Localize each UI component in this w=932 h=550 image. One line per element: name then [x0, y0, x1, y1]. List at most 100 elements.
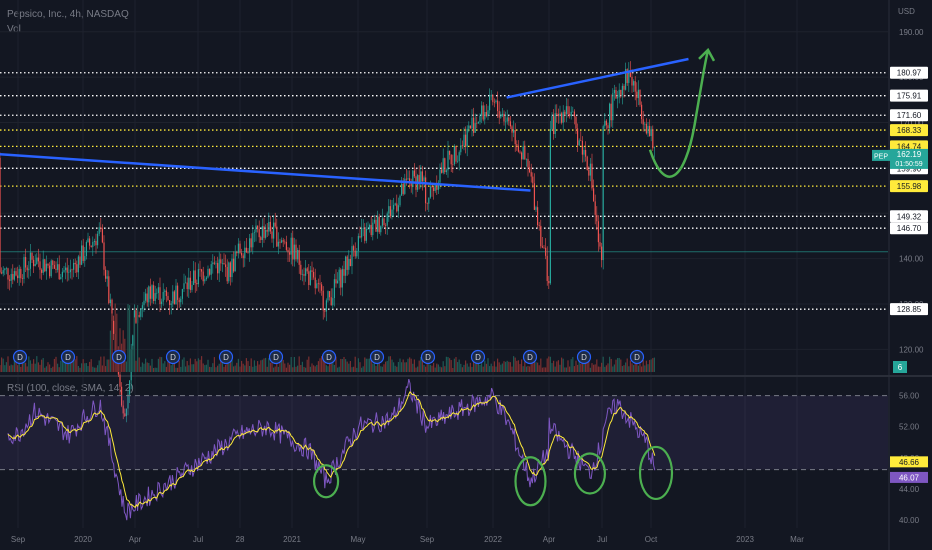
candle-body — [525, 158, 527, 160]
candle-body — [473, 117, 475, 133]
candle-body — [303, 274, 305, 276]
candle-body — [647, 125, 649, 134]
candle-body — [439, 169, 441, 183]
candle-body — [493, 101, 495, 103]
volume-bar — [641, 366, 643, 372]
chart-canvas[interactable]: USD120.00130.00140.00150.00160.00170.001… — [0, 0, 932, 550]
candle-body — [146, 293, 148, 303]
candle-body — [205, 277, 207, 280]
volume-bar — [234, 365, 236, 372]
volume-bar — [265, 357, 267, 372]
candle-body — [529, 167, 531, 173]
candle-body — [354, 250, 356, 257]
candle-body — [447, 150, 449, 171]
volume-bar — [290, 357, 292, 372]
volume-bar — [249, 365, 251, 372]
volume-bar — [197, 358, 199, 372]
volume-bar — [247, 361, 249, 372]
currency-label: USD — [898, 7, 915, 16]
candle-body — [589, 163, 591, 176]
candle-body — [481, 105, 483, 116]
volume-bar — [506, 360, 508, 372]
volume-bar — [149, 365, 151, 372]
volume-bar — [546, 358, 548, 372]
candle-body — [463, 134, 465, 146]
candle-body — [495, 100, 497, 102]
candle-body — [69, 269, 71, 273]
candle-body — [327, 291, 329, 301]
candle-body — [471, 117, 473, 129]
volume-bar — [101, 365, 103, 372]
volume-bar — [474, 362, 476, 372]
volume-bar — [471, 366, 473, 372]
candle-body — [393, 204, 395, 210]
volume-bar — [519, 364, 521, 372]
candle-body — [476, 123, 478, 124]
volume-bar — [295, 366, 297, 372]
level-price-label: 149.32 — [890, 210, 928, 223]
volume-bar — [455, 357, 457, 372]
volume-bar — [177, 367, 179, 372]
volume-bar — [460, 363, 462, 372]
volume-bar — [497, 358, 499, 372]
volume-bar — [202, 363, 204, 372]
candle-body — [274, 222, 276, 227]
level-price-label: 171.60 — [890, 109, 928, 122]
candle-body — [453, 146, 455, 165]
candle-body — [610, 103, 612, 121]
volume-bar — [325, 365, 327, 372]
dividend-marker: D — [470, 349, 486, 365]
volume-bar — [532, 363, 534, 372]
candle-body — [31, 252, 33, 260]
candle-body — [202, 271, 204, 282]
volume-bar — [489, 366, 491, 372]
candle-body — [68, 272, 70, 273]
volume-bar — [193, 364, 195, 372]
volume-bar — [647, 364, 649, 372]
volume-bar — [161, 357, 163, 372]
time-tick-label: Sep — [420, 535, 435, 544]
candle-body — [434, 185, 436, 191]
candle-body — [361, 228, 363, 238]
dividend-letter: D — [374, 353, 380, 362]
dividend-marker: D — [321, 349, 337, 365]
volume-bar — [282, 359, 284, 372]
candle-body — [335, 279, 337, 284]
candle-body — [197, 269, 199, 285]
candle-body — [244, 247, 246, 259]
volume-bar — [287, 362, 289, 372]
volume-bar — [263, 358, 265, 372]
candle-body — [631, 76, 633, 86]
volume-bar — [50, 367, 52, 372]
candle-body — [10, 274, 12, 281]
candle-body — [399, 195, 401, 206]
level-label-text: 128.85 — [897, 305, 922, 314]
volume-bar — [549, 356, 551, 372]
candle-body — [557, 113, 559, 117]
volume-bar — [637, 365, 639, 372]
volume-bar — [191, 364, 193, 372]
volume-bar — [409, 357, 411, 372]
volume-bar — [92, 366, 94, 372]
volume-bar — [156, 367, 158, 372]
volume-bar — [100, 356, 102, 372]
volume-bar — [365, 358, 367, 372]
candle-body — [277, 241, 279, 247]
candle-body — [241, 252, 243, 256]
candle-body — [346, 256, 348, 270]
candle-body — [391, 209, 393, 217]
candle-body — [634, 81, 636, 92]
candle-body — [207, 268, 209, 278]
level-price-label: 180.97 — [890, 66, 928, 79]
dividend-letter: D — [65, 353, 71, 362]
volume-bar — [525, 366, 527, 372]
volume-bar — [196, 361, 198, 372]
volume-bar — [623, 365, 625, 372]
candle-body — [545, 247, 547, 256]
volume-bar — [562, 358, 564, 372]
volume-bar — [164, 361, 166, 372]
level-price-label: 168.33 — [890, 124, 928, 137]
candle-body — [297, 249, 299, 260]
volume-bar — [481, 363, 483, 372]
candle-body — [348, 258, 350, 270]
